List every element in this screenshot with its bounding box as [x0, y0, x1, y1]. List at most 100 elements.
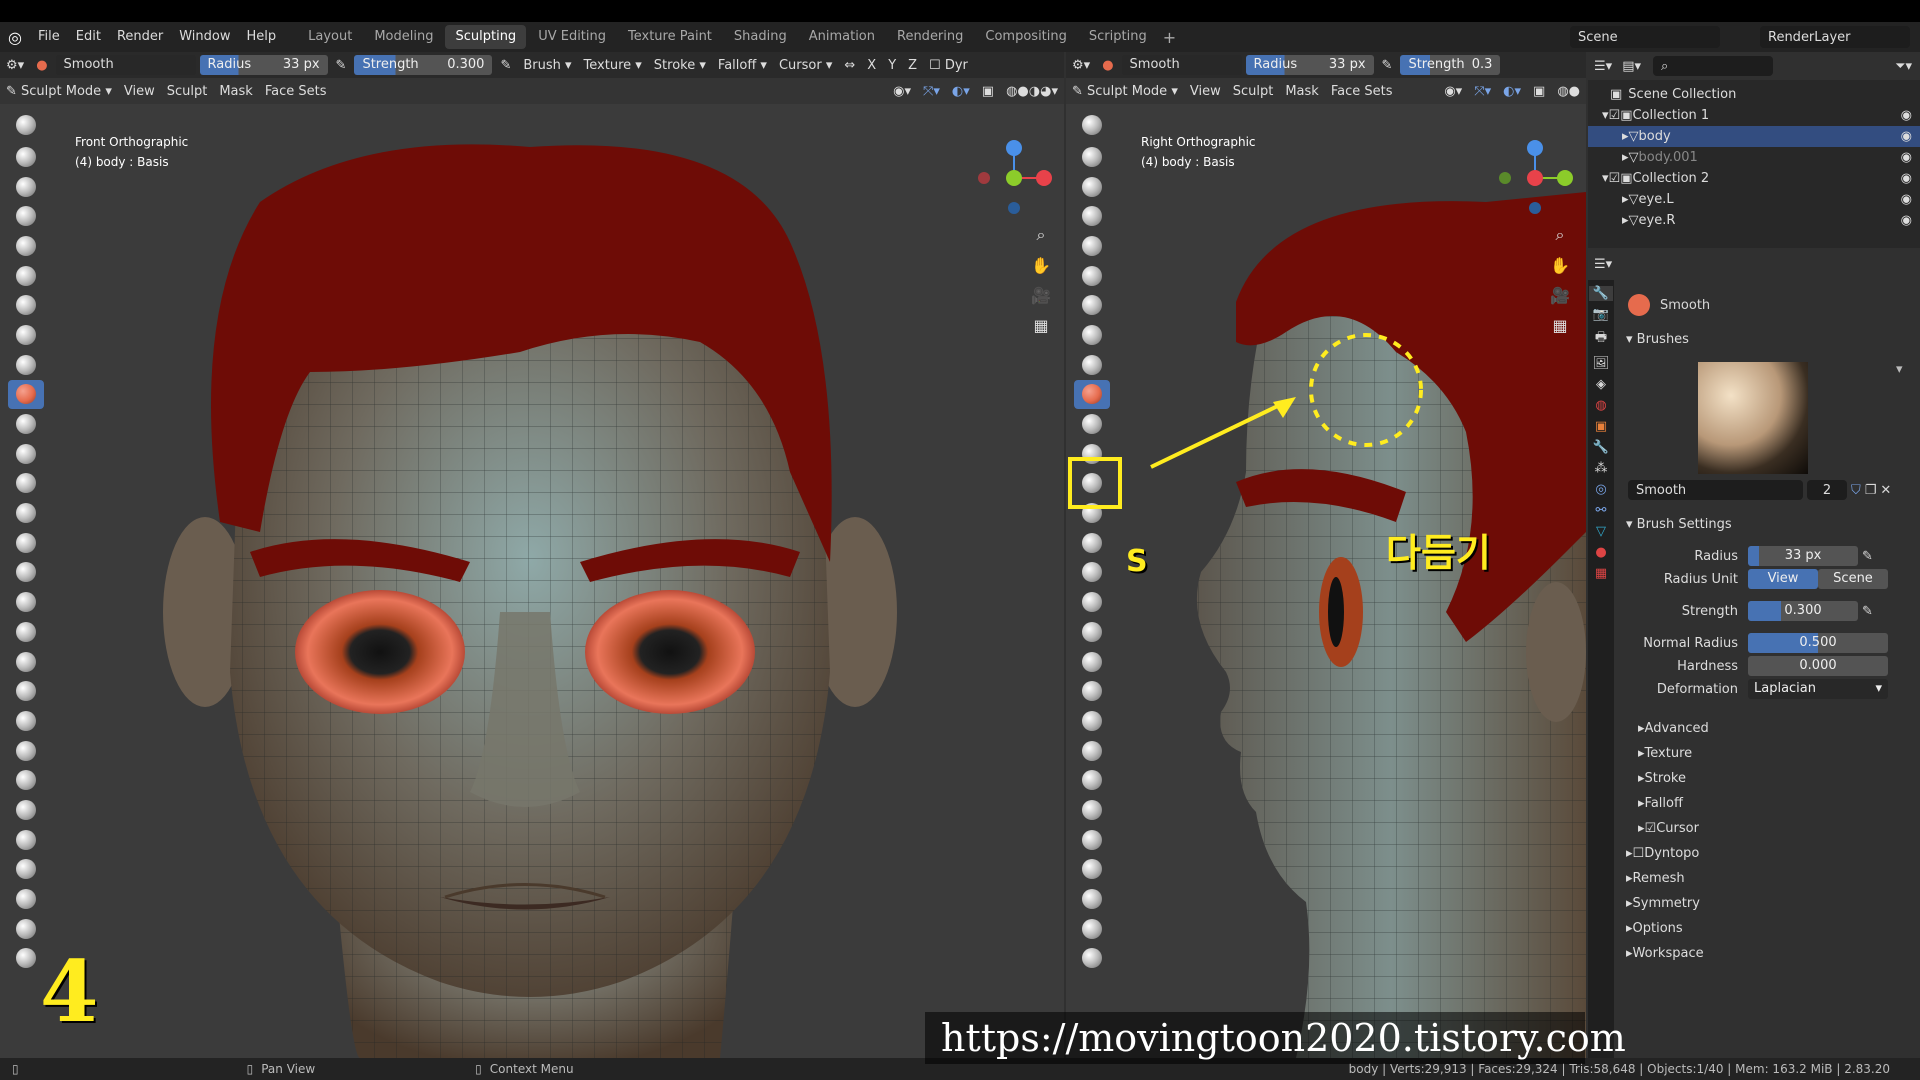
grid-icon[interactable]: ▦ — [1028, 312, 1054, 338]
subpanel-cursor[interactable]: ▸ ☑ Cursor — [1638, 817, 1699, 839]
hardness-field[interactable]: 0.000 — [1748, 656, 1888, 676]
tab-sculpting[interactable]: Sculpting — [445, 25, 527, 49]
overlay-icon-right[interactable]: ◐▾ — [1497, 84, 1527, 99]
strength-slider-right[interactable]: Strength 0.3 — [1400, 55, 1501, 75]
tool-slide-relax[interactable] — [1074, 765, 1110, 795]
tool-snake-hook[interactable] — [1074, 617, 1110, 647]
subpanel-advanced[interactable]: ▸ Advanced — [1638, 717, 1709, 739]
vp-menu-face-sets[interactable]: Face Sets — [259, 84, 333, 99]
strength-pressure-toggle-icon[interactable]: ✎ — [1862, 604, 1873, 619]
tool-slide-relax[interactable] — [8, 765, 44, 795]
duplicate-brush-icon[interactable]: ❐ — [1865, 483, 1877, 498]
visibility-eye-icon[interactable]: ◉ — [1901, 129, 1912, 144]
navigation-gizmo[interactable] — [970, 132, 1060, 222]
outliner-item[interactable]: ▸ ▽ eye.R ◉ — [1588, 210, 1920, 231]
object-tab-icon[interactable]: ▣ — [1595, 419, 1607, 434]
tool-box-mask[interactable] — [1074, 914, 1110, 944]
panel-remesh[interactable]: ▸ Remesh — [1626, 867, 1685, 889]
constraints-tab-icon[interactable]: ⚯ — [1596, 503, 1607, 518]
tool-tab-icon[interactable]: 🔧 — [1589, 286, 1613, 301]
outliner-item[interactable]: ▸ ▽ body ◉ — [1588, 126, 1920, 147]
radius-unit-scene-button[interactable]: Scene — [1818, 569, 1888, 589]
tool-mask[interactable] — [1074, 884, 1110, 914]
vp-menu-view[interactable]: View — [1184, 84, 1227, 99]
grid-icon-right[interactable]: ▦ — [1547, 312, 1573, 338]
deformation-dropdown[interactable]: Laplacian ▾ — [1748, 679, 1888, 699]
tab-uv-editing[interactable]: UV Editing — [528, 25, 616, 49]
tab-texture-paint[interactable]: Texture Paint — [618, 25, 722, 49]
tool-scrape[interactable] — [8, 469, 44, 499]
filter-icon[interactable]: ⏷▾ — [1895, 59, 1912, 74]
panel-symmetry[interactable]: ▸ Symmetry — [1626, 892, 1700, 914]
zoom-icon[interactable]: ⌕ — [1028, 222, 1054, 248]
symmetry-icon[interactable]: ⇔ — [838, 58, 861, 73]
left-viewport[interactable]: ⚙▾ ● Smooth Radius 33 px ✎ Strength 0.30… — [0, 52, 1064, 1058]
visibility-eye-icon[interactable]: ◉ — [1901, 213, 1912, 228]
tool-rotate[interactable] — [8, 736, 44, 766]
tool-smooth[interactable] — [8, 379, 44, 410]
tool-transform[interactable] — [1074, 944, 1110, 974]
tool-boundary[interactable] — [1074, 795, 1110, 825]
texture-tab-icon[interactable]: ▦ — [1595, 566, 1607, 581]
vp-menu-sculpt[interactable]: Sculpt — [1227, 84, 1280, 99]
tool-boundary[interactable] — [8, 795, 44, 825]
tab-animation[interactable]: Animation — [799, 25, 885, 49]
tool-inflate[interactable] — [1074, 290, 1110, 320]
brush-name-field[interactable]: Smooth — [55, 55, 196, 75]
tool-box-mask[interactable] — [8, 914, 44, 944]
tool-elastic-deform[interactable] — [1074, 587, 1110, 617]
tool-pinch[interactable] — [1074, 528, 1110, 558]
outliner-display-icon[interactable]: ▤▾ — [1622, 59, 1641, 74]
scene-tab-icon[interactable]: ◈ — [1596, 377, 1606, 392]
brush-thumbnail-dropdown[interactable]: ▾ — [1896, 362, 1903, 377]
dyntopo-checkbox[interactable]: ☐ — [1633, 846, 1645, 861]
tool-crease[interactable] — [8, 350, 44, 380]
physics-tab-icon[interactable]: ◎ — [1595, 482, 1606, 497]
tool-fill[interactable] — [8, 439, 44, 469]
tool-thumb[interactable] — [8, 647, 44, 677]
tab-modeling[interactable]: Modeling — [364, 25, 443, 49]
panel-workspace[interactable]: ▸ Workspace — [1626, 942, 1704, 964]
tool-clay-strips[interactable] — [8, 201, 44, 231]
tool-mask[interactable] — [8, 884, 44, 914]
tool-flatten[interactable] — [8, 409, 44, 439]
overlay-icon[interactable]: ◐▾ — [946, 84, 976, 99]
brush-name-field-right[interactable]: Smooth — [1121, 55, 1242, 75]
tool-pose[interactable] — [8, 676, 44, 706]
tool-blob[interactable] — [1074, 320, 1110, 350]
tool-pose[interactable] — [1074, 676, 1110, 706]
tab-compositing[interactable]: Compositing — [975, 25, 1077, 49]
radius-pressure-icon-right[interactable]: ✎ — [1376, 58, 1399, 73]
shading-modes-icon-right[interactable]: ◍● — [1551, 84, 1586, 99]
tool-flatten[interactable] — [1074, 409, 1110, 439]
radius-pressure-toggle-icon[interactable]: ✎ — [1862, 549, 1873, 564]
falloff-menu[interactable]: Falloff ▾ — [712, 58, 773, 73]
tool-crease[interactable] — [1074, 350, 1110, 380]
modifier-tab-icon[interactable]: 🔧 — [1593, 440, 1609, 455]
pan-hand-icon[interactable]: ✋ — [1028, 252, 1054, 278]
radius-pressure-icon[interactable]: ✎ — [330, 58, 353, 73]
tool-multiplane-scrape[interactable] — [8, 498, 44, 528]
tool-nudge[interactable] — [1074, 706, 1110, 736]
subpanel-texture[interactable]: ▸ Texture — [1638, 742, 1692, 764]
properties-editor-icon[interactable]: ☰▾ — [1594, 257, 1612, 272]
radius-unit-view-button[interactable]: View — [1748, 569, 1818, 589]
tab-rendering[interactable]: Rendering — [887, 25, 973, 49]
tab-shading[interactable]: Shading — [724, 25, 797, 49]
view-layer-tab-icon[interactable]: 🖼 — [1593, 356, 1610, 371]
tool-clay-thumb[interactable] — [8, 231, 44, 261]
vp-menu-view[interactable]: View — [118, 84, 161, 99]
add-workspace-button[interactable]: + — [1163, 28, 1176, 47]
world-tab-icon[interactable]: ◍ — [1595, 398, 1606, 413]
visibility-icon[interactable]: ◉▾ — [887, 84, 917, 99]
checkbox-icon[interactable]: ☑ — [1609, 171, 1621, 186]
visibility-eye-icon[interactable]: ◉ — [1901, 171, 1912, 186]
tool-cloth[interactable] — [8, 825, 44, 855]
cursor-checkbox[interactable]: ☑ — [1645, 821, 1657, 836]
panel-options[interactable]: ▸ Options — [1626, 917, 1683, 939]
radius-slider[interactable]: Radius 33 px — [199, 55, 328, 75]
texture-menu[interactable]: Texture ▾ — [578, 58, 648, 73]
vp-menu-mask[interactable]: Mask — [1279, 84, 1324, 99]
normal-radius-field[interactable]: 0.500 — [1748, 633, 1888, 653]
vp-menu-mask[interactable]: Mask — [213, 84, 258, 99]
